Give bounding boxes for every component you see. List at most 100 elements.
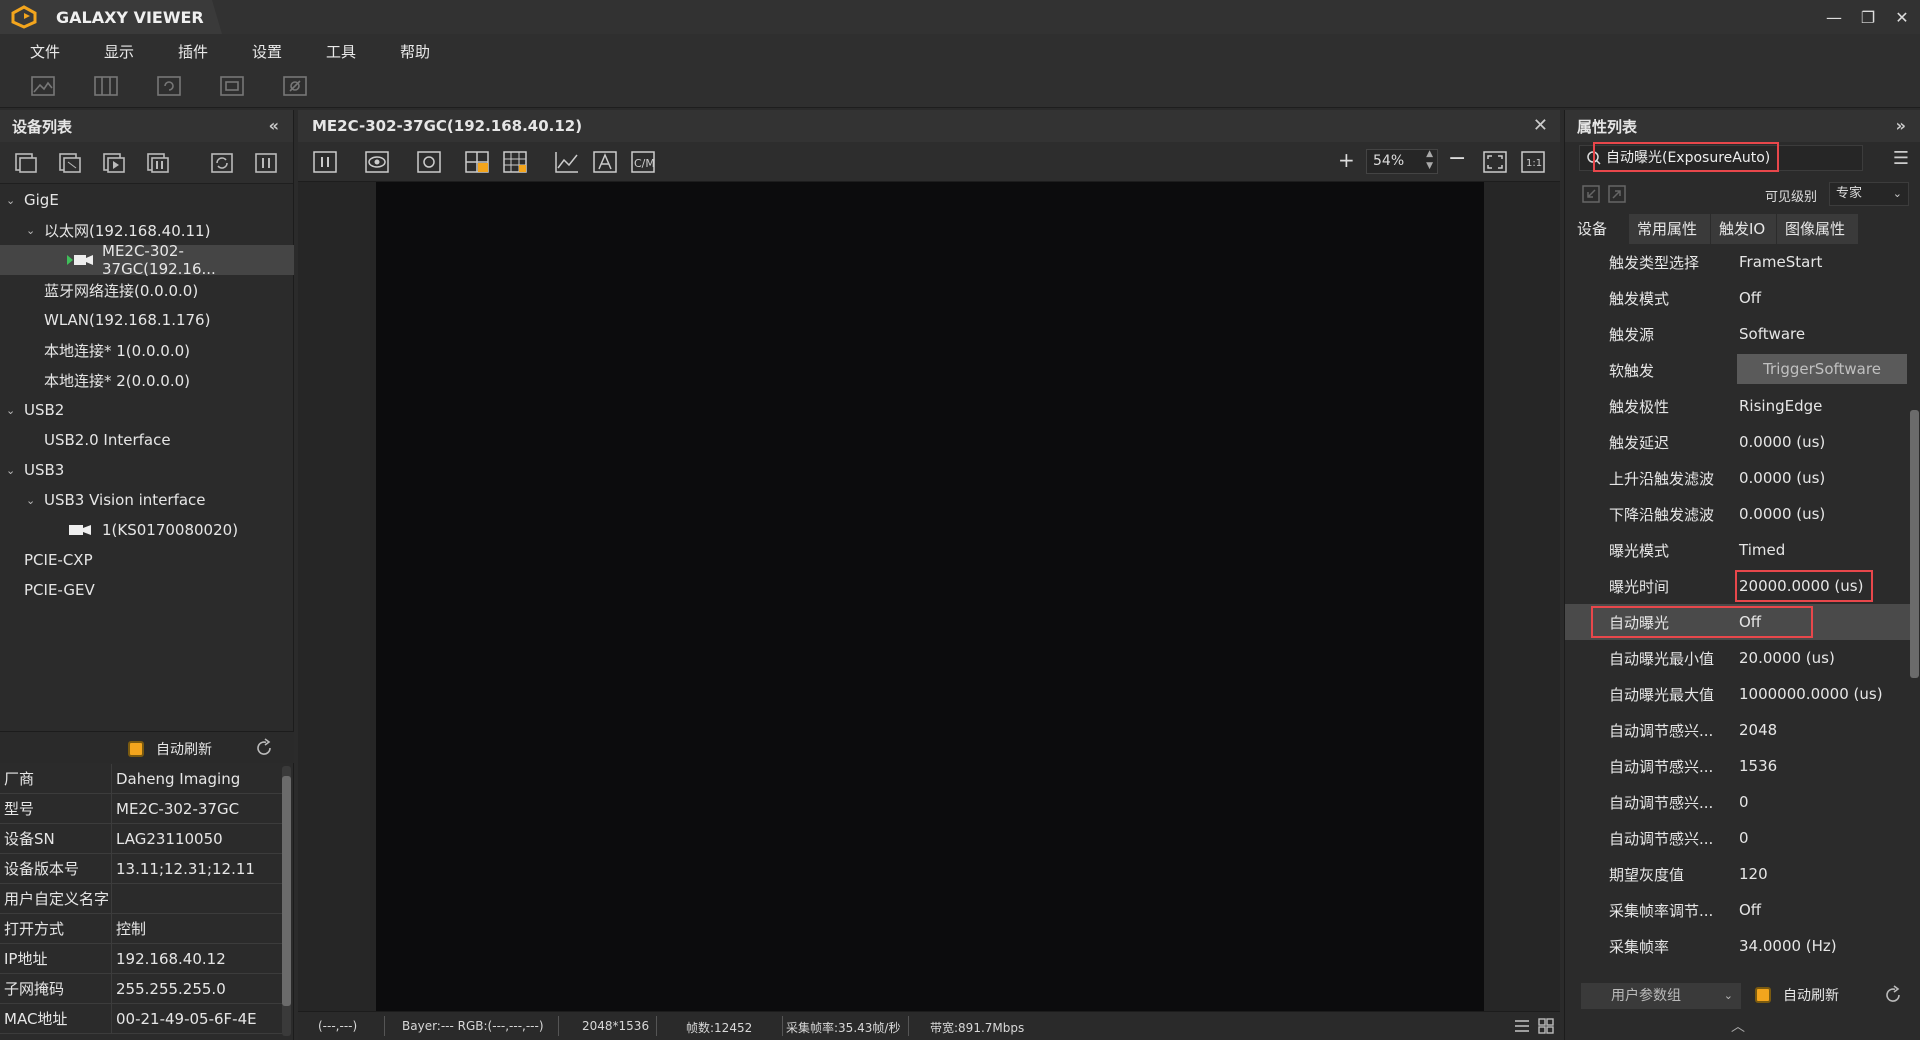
tree-node-gige[interactable]: ⌄ GigE <box>0 185 294 215</box>
camera-frame[interactable] <box>376 182 1484 1011</box>
tree-node-local1[interactable]: 本地连接* 1(0.0.0.0) <box>0 335 294 365</box>
crosshair-icon[interactable] <box>464 150 490 174</box>
property-row[interactable]: 自动曝光最小值 20.0000 (us) <box>1565 640 1911 676</box>
zoom-in-button[interactable]: + <box>1338 148 1355 172</box>
image-canvas[interactable] <box>298 182 1560 1011</box>
property-row[interactable]: 曝光模式 Timed <box>1565 532 1911 568</box>
actual-size-icon[interactable]: 1:1 <box>1520 150 1546 174</box>
tab-trigger-io[interactable]: 触发IO <box>1711 214 1777 244</box>
menu-plugins[interactable]: 插件 <box>178 41 208 62</box>
property-list-scrollbar[interactable] <box>1910 248 1919 968</box>
import-icon[interactable] <box>1581 184 1601 204</box>
pause-icon[interactable] <box>312 150 338 174</box>
property-row[interactable]: 软触发 TriggerSoftware <box>1565 352 1911 388</box>
property-value[interactable]: 120 <box>1739 865 1768 883</box>
tree-node-bluetooth[interactable]: 蓝牙网络连接(0.0.0.0) <box>0 275 294 305</box>
expand-right-icon[interactable]: » <box>1896 116 1906 135</box>
tree-node-usb2[interactable]: ⌄ USB2 <box>0 395 294 425</box>
chevron-down-icon[interactable]: ⌄ <box>26 494 35 507</box>
tree-node-local2[interactable]: 本地连接* 2(0.0.0.0) <box>0 365 294 395</box>
property-row[interactable]: 下降沿触发滤波 0.0000 (us) <box>1565 496 1911 532</box>
property-value[interactable]: 0 <box>1739 829 1749 847</box>
auto-refresh-checkbox[interactable] <box>128 741 144 757</box>
tree-node-camera-me2c[interactable]: ME2C-302-37GC(192.16... <box>0 242 294 278</box>
collapse-left-icon[interactable]: « <box>269 116 279 135</box>
device-info-scrollbar[interactable] <box>282 766 291 1036</box>
property-row[interactable]: 采集帧率 34.0000 (Hz) <box>1565 928 1911 964</box>
visibility-select[interactable]: 专家 ⌄ <box>1829 182 1909 206</box>
property-value[interactable]: Off <box>1739 289 1761 307</box>
property-value[interactable]: Software <box>1739 325 1805 343</box>
open-device-icon[interactable] <box>14 152 38 174</box>
scrollbar-thumb[interactable] <box>282 776 291 1006</box>
grid-view-icon[interactable] <box>1538 1018 1554 1034</box>
refresh-devices-icon[interactable] <box>210 152 234 174</box>
property-row[interactable]: 触发类型选择 FrameStart <box>1565 248 1911 280</box>
tree-node-usb3[interactable]: ⌄ USB3 <box>0 455 294 485</box>
zoom-spinbox[interactable]: 54% ▲ ▼ <box>1366 149 1438 174</box>
property-row[interactable]: 采集帧率调节... Off <box>1565 892 1911 928</box>
disabled-window-icon[interactable] <box>282 74 308 98</box>
property-value[interactable]: 2048 <box>1739 721 1777 739</box>
property-row[interactable]: 触发极性 RisingEdge <box>1565 388 1911 424</box>
menu-settings[interactable]: 设置 <box>252 41 282 62</box>
property-value[interactable]: 1536 <box>1739 757 1777 775</box>
trigger-software-button[interactable]: TriggerSoftware <box>1737 354 1907 384</box>
fit-window-icon[interactable] <box>1482 150 1508 174</box>
auto-refresh-toggle[interactable]: 自动刷新 <box>1755 985 1839 1005</box>
property-value[interactable]: 0.0000 (us) <box>1739 433 1825 451</box>
menu-file[interactable]: 文件 <box>30 41 60 62</box>
tree-node-usb3-vision[interactable]: ⌄ USB3 Vision interface <box>0 485 294 515</box>
property-row[interactable]: 自动调节感兴... 0 <box>1565 784 1911 820</box>
tree-node-pcie-gev[interactable]: PCIE-GEV <box>0 575 294 605</box>
menu-view[interactable]: 显示 <box>104 41 134 62</box>
property-value[interactable]: Off <box>1739 901 1761 919</box>
restore-button[interactable]: ❐ <box>1854 4 1882 30</box>
property-value[interactable]: 0.0000 (us) <box>1739 469 1825 487</box>
menu-tools[interactable]: 工具 <box>326 41 356 62</box>
property-value[interactable]: 20.0000 (us) <box>1739 649 1835 667</box>
spin-arrows-icon[interactable]: ▲ ▼ <box>1426 148 1433 172</box>
close-device-icon[interactable] <box>58 152 82 174</box>
property-row[interactable]: 自动调节感兴... 0 <box>1565 820 1911 856</box>
refresh-icon[interactable] <box>1883 985 1903 1005</box>
menu-help[interactable]: 帮助 <box>400 41 430 62</box>
chevron-up-icon[interactable]: ︿ <box>1731 1016 1745 1036</box>
property-value[interactable]: 34.0000 (Hz) <box>1739 937 1837 955</box>
property-row[interactable]: 自动调节感兴... 1536 <box>1565 748 1911 784</box>
property-value[interactable]: FrameStart <box>1739 253 1822 271</box>
property-row[interactable]: 触发源 Software <box>1565 316 1911 352</box>
auto-refresh-checkbox[interactable] <box>1755 987 1771 1003</box>
property-row-selected[interactable]: 自动曝光 Off <box>1565 604 1911 640</box>
property-row[interactable]: 自动调节感兴... 2048 <box>1565 712 1911 748</box>
tab-common[interactable]: 常用属性 <box>1629 214 1711 244</box>
chevron-down-icon[interactable]: ⌄ <box>6 404 15 417</box>
property-value[interactable]: 0.0000 (us) <box>1739 505 1825 523</box>
color-measure-icon[interactable]: C/M <box>630 150 656 174</box>
property-value[interactable]: 1000000.0000 (us) <box>1739 685 1883 703</box>
property-value[interactable]: Timed <box>1739 541 1785 559</box>
preview-window-icon[interactable] <box>219 74 245 98</box>
property-row[interactable]: 曝光时间 20000.0000 (us) <box>1565 568 1911 604</box>
close-viewer-icon[interactable]: ✕ <box>1533 115 1548 136</box>
snapshot-icon[interactable] <box>416 150 442 174</box>
auto-refresh-toggle[interactable]: 自动刷新 <box>128 739 212 759</box>
property-row[interactable]: 触发模式 Off <box>1565 280 1911 316</box>
tab-image[interactable]: 图像属性 <box>1777 214 1859 244</box>
eye-icon[interactable] <box>364 150 390 174</box>
tree-node-wlan[interactable]: WLAN(192.168.1.176) <box>0 305 294 335</box>
tree-node-pcie-cxp[interactable]: PCIE-CXP <box>0 545 294 575</box>
stop-acquisition-icon[interactable] <box>146 152 170 174</box>
text-overlay-icon[interactable] <box>592 150 618 174</box>
property-value[interactable]: 0 <box>1739 793 1749 811</box>
property-row[interactable]: 期望灰度值 120 <box>1565 856 1911 892</box>
property-row[interactable]: 上升沿触发滤波 0.0000 (us) <box>1565 460 1911 496</box>
property-row[interactable]: 自动曝光最大值 1000000.0000 (us) <box>1565 676 1911 712</box>
property-row[interactable]: 触发延迟 0.0000 (us) <box>1565 424 1911 460</box>
chevron-down-icon[interactable]: ⌄ <box>6 194 15 207</box>
minimize-button[interactable]: — <box>1820 4 1848 30</box>
histogram-icon[interactable] <box>554 150 580 174</box>
scrollbar-thumb[interactable] <box>1910 410 1919 678</box>
close-window-button[interactable]: ✕ <box>1888 4 1916 30</box>
zoom-out-button[interactable]: − <box>1448 146 1466 171</box>
